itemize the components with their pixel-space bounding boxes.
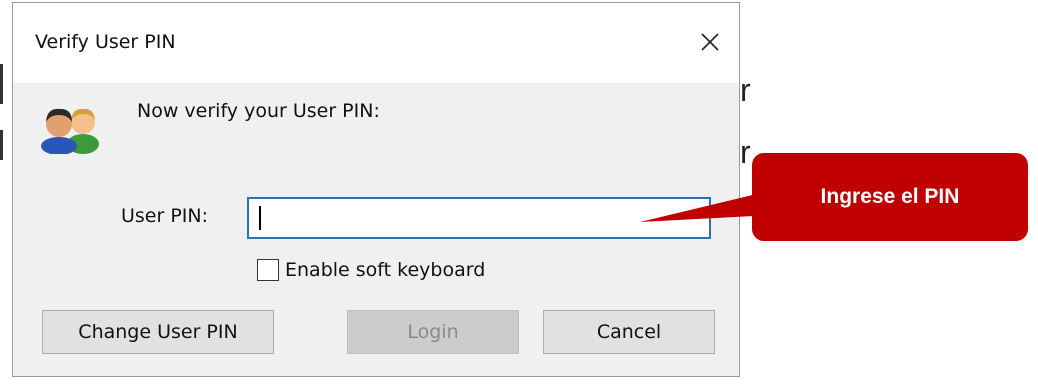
callout-annotation: Ingrese el PIN	[752, 153, 1028, 241]
